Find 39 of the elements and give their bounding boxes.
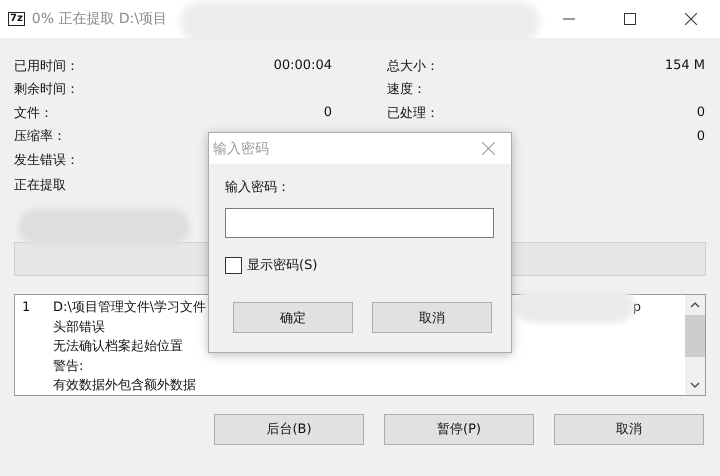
field-label: 输入密码： bbox=[225, 179, 291, 196]
stat-value: 0 bbox=[696, 128, 705, 144]
log-line: 警告: bbox=[53, 358, 84, 375]
scroll-thumb[interactable] bbox=[685, 314, 705, 356]
scroll-down-icon[interactable] bbox=[690, 382, 700, 388]
stat-label: 文件： bbox=[14, 104, 53, 122]
stat-label: 剩余时间： bbox=[14, 81, 79, 98]
checkbox-label: 显示密码(S) bbox=[247, 257, 318, 274]
log-line: D:\项目管理文件\学习文件 bbox=[53, 299, 206, 316]
action-button[interactable]: 后台(B) bbox=[214, 414, 364, 444]
stat-label: 速度： bbox=[387, 81, 426, 98]
close-icon[interactable] bbox=[685, 13, 697, 25]
status-text: 正在提取 bbox=[14, 178, 66, 192]
dialog-button[interactable]: 取消 bbox=[372, 302, 492, 333]
stat-label: 已用时间： bbox=[14, 58, 79, 75]
log-line: 有效数据外包含额外数据 bbox=[53, 377, 196, 394]
app-icon: 7z bbox=[8, 12, 25, 26]
dialog-button[interactable]: 确定 bbox=[233, 302, 353, 333]
action-button[interactable]: 暂停(P) bbox=[384, 414, 534, 444]
action-button[interactable]: 取消 bbox=[554, 414, 704, 444]
stat-value: 0 bbox=[696, 105, 705, 120]
scroll-up-icon[interactable] bbox=[690, 302, 700, 308]
stat-label: 压缩率： bbox=[14, 128, 66, 146]
line-number: 1 bbox=[21, 300, 32, 315]
stat-label: 总大小： bbox=[387, 58, 439, 75]
log-line: 头部错误 bbox=[53, 318, 105, 336]
password-field[interactable] bbox=[225, 208, 494, 238]
log-line: 无法确认档案起始位置 bbox=[53, 338, 183, 356]
stat-value: 154 M bbox=[664, 58, 705, 74]
stat-label: 已处理： bbox=[387, 104, 439, 122]
stat-label: 发生错误： bbox=[14, 152, 79, 169]
maximize-icon[interactable] bbox=[624, 13, 636, 25]
log-line: p bbox=[632, 300, 641, 315]
dialog-title: 输入密码 bbox=[213, 140, 269, 158]
stat-value: 00:00:04 bbox=[274, 58, 332, 74]
window-title: 0% 正在提取 D:\项目 bbox=[32, 10, 168, 28]
stat-value: 0 bbox=[324, 105, 332, 120]
checkbox[interactable] bbox=[225, 256, 242, 274]
scrollbar[interactable] bbox=[685, 294, 705, 394]
